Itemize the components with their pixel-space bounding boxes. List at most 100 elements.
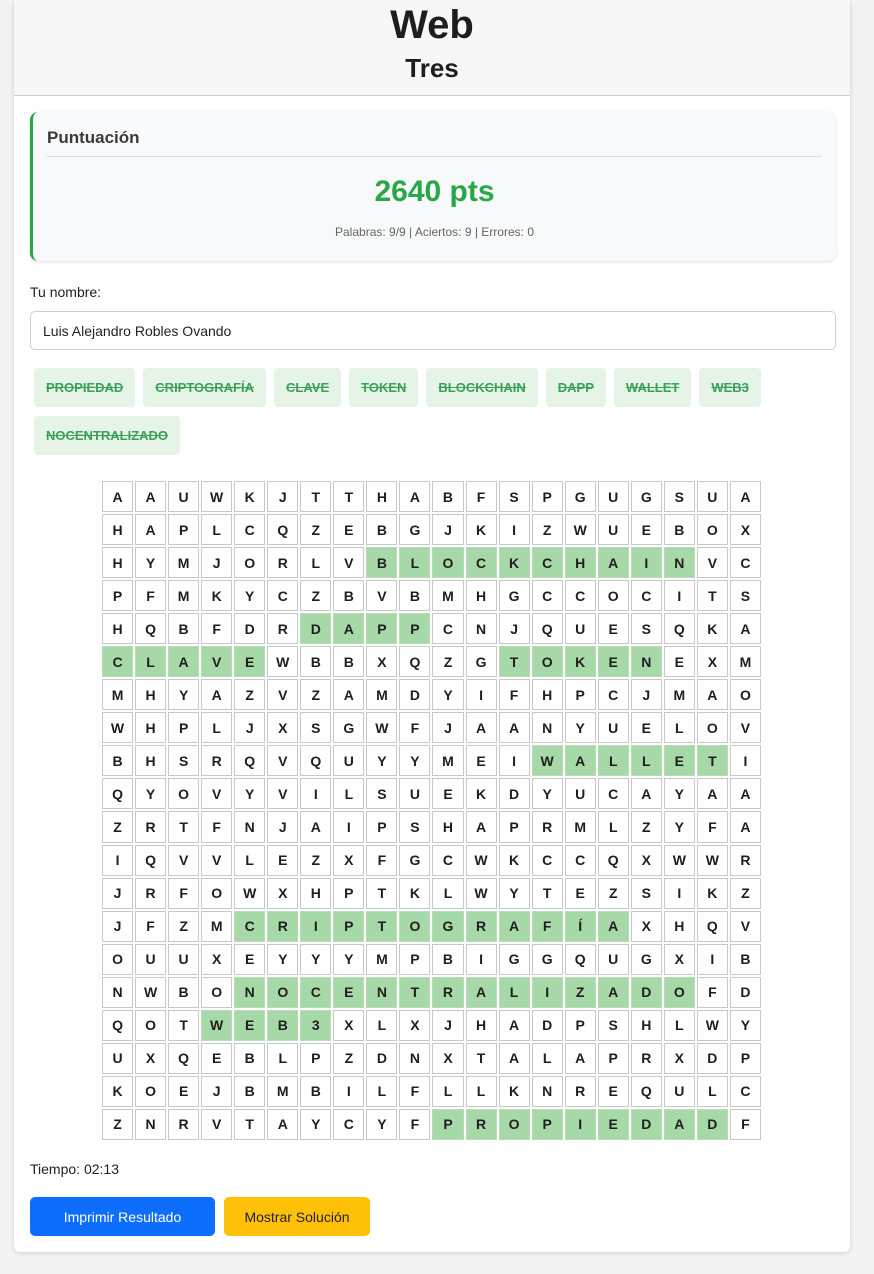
grid-cell[interactable]: V (332, 546, 365, 579)
grid-cell[interactable]: A (630, 777, 663, 810)
grid-cell[interactable]: Q (696, 910, 729, 943)
grid-cell[interactable]: B (233, 1075, 266, 1108)
grid-cell[interactable]: U (597, 513, 630, 546)
grid-cell[interactable]: I (696, 943, 729, 976)
grid-cell[interactable]: L (597, 744, 630, 777)
grid-cell[interactable]: J (101, 877, 134, 910)
grid-cell[interactable]: M (167, 546, 200, 579)
grid-cell[interactable]: E (465, 744, 498, 777)
grid-cell[interactable]: Y (663, 810, 696, 843)
grid-cell[interactable]: Z (431, 645, 464, 678)
grid-cell[interactable]: N (365, 976, 398, 1009)
grid-cell[interactable]: V (200, 645, 233, 678)
grid-cell[interactable]: H (101, 612, 134, 645)
grid-cell[interactable]: S (630, 877, 663, 910)
grid-cell[interactable]: A (167, 645, 200, 678)
grid-cell[interactable]: B (167, 976, 200, 1009)
grid-cell[interactable]: U (696, 480, 729, 513)
grid-cell[interactable]: I (630, 546, 663, 579)
grid-cell[interactable]: H (101, 546, 134, 579)
grid-cell[interactable]: R (465, 910, 498, 943)
grid-cell[interactable]: D (531, 1009, 564, 1042)
grid-cell[interactable]: D (630, 976, 663, 1009)
grid-cell[interactable]: E (597, 1108, 630, 1141)
grid-cell[interactable]: 3 (299, 1009, 332, 1042)
grid-cell[interactable]: A (729, 612, 762, 645)
grid-cell[interactable]: B (332, 645, 365, 678)
grid-cell[interactable]: E (630, 513, 663, 546)
grid-cell[interactable]: Y (365, 1108, 398, 1141)
grid-cell[interactable]: A (498, 1009, 531, 1042)
grid-cell[interactable]: E (167, 1075, 200, 1108)
grid-cell[interactable]: R (134, 877, 167, 910)
grid-cell[interactable]: F (200, 612, 233, 645)
grid-cell[interactable]: Q (630, 1075, 663, 1108)
grid-cell[interactable]: G (498, 579, 531, 612)
grid-cell[interactable]: A (597, 976, 630, 1009)
grid-cell[interactable]: N (630, 645, 663, 678)
grid-cell[interactable]: D (398, 678, 431, 711)
grid-cell[interactable]: F (134, 910, 167, 943)
grid-cell[interactable]: C (431, 612, 464, 645)
grid-cell[interactable]: G (630, 943, 663, 976)
grid-cell[interactable]: Q (134, 844, 167, 877)
grid-cell[interactable]: F (134, 579, 167, 612)
grid-cell[interactable]: P (531, 1108, 564, 1141)
grid-cell[interactable]: F (398, 711, 431, 744)
grid-cell[interactable]: C (531, 579, 564, 612)
grid-cell[interactable]: A (332, 678, 365, 711)
grid-cell[interactable]: S (365, 777, 398, 810)
grid-cell[interactable]: W (663, 844, 696, 877)
grid-cell[interactable]: Y (233, 777, 266, 810)
grid-cell[interactable]: M (431, 579, 464, 612)
grid-cell[interactable]: P (729, 1042, 762, 1075)
grid-cell[interactable]: B (101, 744, 134, 777)
grid-cell[interactable]: M (266, 1075, 299, 1108)
grid-cell[interactable]: J (266, 810, 299, 843)
grid-cell[interactable]: K (465, 777, 498, 810)
grid-cell[interactable]: K (398, 877, 431, 910)
grid-cell[interactable]: A (597, 546, 630, 579)
grid-cell[interactable]: T (531, 877, 564, 910)
grid-cell[interactable]: E (332, 513, 365, 546)
grid-cell[interactable]: B (299, 645, 332, 678)
grid-cell[interactable]: O (597, 579, 630, 612)
grid-cell[interactable]: F (729, 1108, 762, 1141)
grid-cell[interactable]: N (101, 976, 134, 1009)
grid-cell[interactable]: C (266, 579, 299, 612)
grid-cell[interactable]: M (431, 744, 464, 777)
grid-cell[interactable]: C (630, 579, 663, 612)
grid-cell[interactable]: H (299, 877, 332, 910)
grid-cell[interactable]: F (696, 976, 729, 1009)
grid-cell[interactable]: N (531, 1075, 564, 1108)
grid-cell[interactable]: K (465, 513, 498, 546)
grid-cell[interactable]: O (696, 711, 729, 744)
grid-cell[interactable]: P (167, 711, 200, 744)
grid-cell[interactable]: U (663, 1075, 696, 1108)
grid-cell[interactable]: N (233, 810, 266, 843)
grid-cell[interactable]: P (564, 1009, 597, 1042)
grid-cell[interactable]: I (101, 844, 134, 877)
grid-cell[interactable]: R (167, 1108, 200, 1141)
grid-cell[interactable]: A (200, 678, 233, 711)
grid-cell[interactable]: O (233, 546, 266, 579)
grid-cell[interactable]: D (365, 1042, 398, 1075)
grid-cell[interactable]: D (696, 1042, 729, 1075)
grid-cell[interactable]: G (630, 480, 663, 513)
grid-cell[interactable]: P (167, 513, 200, 546)
grid-cell[interactable]: O (663, 976, 696, 1009)
grid-cell[interactable]: N (663, 546, 696, 579)
grid-cell[interactable]: I (299, 910, 332, 943)
grid-cell[interactable]: B (365, 546, 398, 579)
grid-cell[interactable]: Q (663, 612, 696, 645)
grid-cell[interactable]: O (200, 877, 233, 910)
grid-cell[interactable]: G (431, 910, 464, 943)
grid-cell[interactable]: Y (332, 943, 365, 976)
grid-cell[interactable]: Z (299, 579, 332, 612)
grid-cell[interactable]: R (630, 1042, 663, 1075)
grid-cell[interactable]: L (630, 744, 663, 777)
grid-cell[interactable]: O (266, 976, 299, 1009)
grid-cell[interactable]: A (729, 810, 762, 843)
grid-cell[interactable]: R (465, 1108, 498, 1141)
grid-cell[interactable]: X (729, 513, 762, 546)
